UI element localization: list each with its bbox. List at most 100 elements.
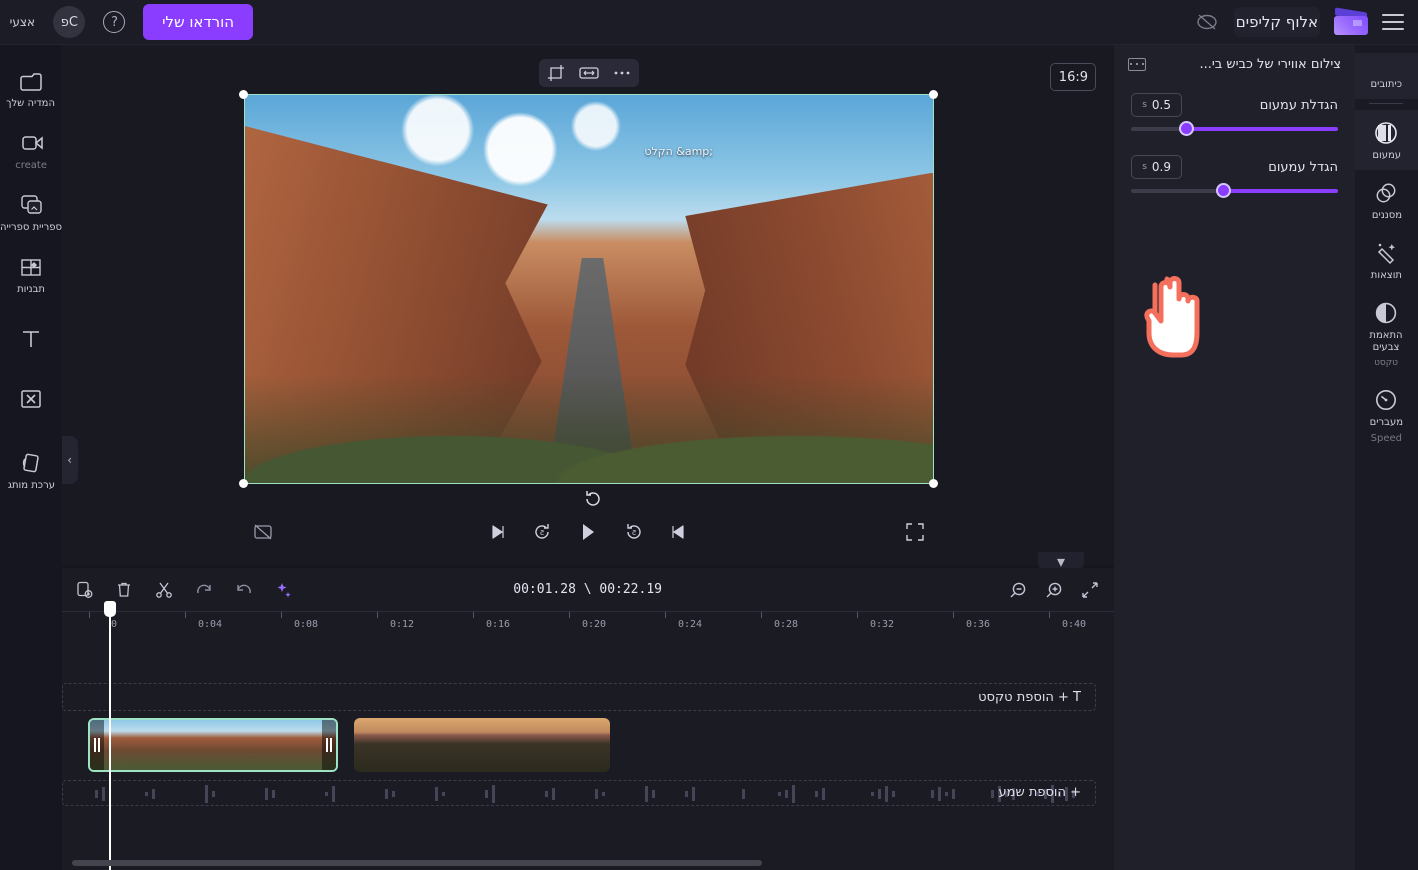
timeline-clip-1[interactable] bbox=[354, 718, 610, 772]
rail-divider bbox=[1369, 103, 1404, 104]
avatar[interactable]: פC bbox=[53, 6, 86, 38]
add-audio-button[interactable]: הוספת שמע + bbox=[62, 780, 1096, 806]
sidebar-item-templates[interactable]: תבניות bbox=[0, 243, 62, 305]
trash-icon[interactable] bbox=[114, 580, 134, 600]
sidebar-item-brand-label: ערכת מותג bbox=[7, 480, 55, 491]
video-text-overlay[interactable]: הקלט &amp; bbox=[644, 145, 713, 158]
playhead[interactable] bbox=[104, 601, 116, 870]
sidebar-item-library[interactable]: ספריית ספרייה bbox=[0, 181, 62, 243]
video-camera-icon bbox=[18, 131, 44, 155]
sidebar-item-filters[interactable]: מסננים bbox=[1355, 170, 1418, 230]
fade-out-slider[interactable] bbox=[1114, 179, 1355, 198]
ruler-tick-label: 0:16 bbox=[485, 619, 511, 630]
sidebar-item-brand[interactable]: ערכת מותג bbox=[0, 421, 62, 501]
add-text-button[interactable]: הוספת טקסט + T bbox=[62, 683, 1096, 711]
resize-handle-tl[interactable] bbox=[929, 90, 938, 99]
timeline-scrollbar-thumb[interactable] bbox=[72, 860, 762, 866]
sidebar-item-speed[interactable]: מעברים Speed bbox=[1355, 377, 1418, 453]
fade-out-slider-track[interactable] bbox=[1131, 183, 1338, 198]
timeline-toolbar: 00:01.28 \ 00:22.19 bbox=[62, 568, 1114, 611]
crop-icon[interactable] bbox=[545, 63, 567, 83]
ruler-tick bbox=[761, 612, 762, 618]
undo-icon[interactable] bbox=[194, 580, 214, 600]
duplicate-icon[interactable] bbox=[74, 580, 94, 600]
rotate-handle-icon[interactable] bbox=[584, 490, 602, 508]
ruler-tick-label: 0:36 bbox=[965, 619, 991, 630]
ruler-tick bbox=[857, 612, 858, 618]
fade-out-slider-knob[interactable] bbox=[1216, 183, 1232, 198]
rewind-5s-icon[interactable]: 5 bbox=[531, 521, 553, 543]
more-horizontal-icon[interactable] bbox=[611, 63, 633, 83]
project-name-field[interactable]: אלוף קליפים bbox=[1234, 7, 1320, 37]
panel-collapse-right-button[interactable]: ‹ bbox=[62, 436, 78, 484]
clip-2-trim-right[interactable] bbox=[90, 720, 104, 770]
video-preview[interactable]: הקלט &amp; bbox=[244, 94, 934, 484]
sidebar-item-effects[interactable]: תוצאות bbox=[1355, 230, 1418, 290]
fade-in-slider-track[interactable] bbox=[1131, 121, 1338, 136]
forward-5s-icon[interactable]: 5 bbox=[623, 521, 645, 543]
fade-out-unit: s bbox=[1142, 162, 1147, 172]
sidebar-item-media-label: המדיה שלך bbox=[6, 98, 56, 109]
ruler-tick bbox=[185, 612, 186, 618]
resize-horizontal-icon[interactable] bbox=[578, 63, 600, 83]
fade-in-value: 0.5 bbox=[1151, 98, 1171, 112]
ruler-tick bbox=[89, 612, 90, 618]
skip-to-end-icon[interactable] bbox=[667, 521, 689, 543]
cloud-sync-off-icon[interactable] bbox=[1194, 9, 1220, 35]
ruler-tick bbox=[953, 612, 954, 618]
sidebar-item-text[interactable] bbox=[0, 305, 62, 361]
help-icon[interactable]: ? bbox=[103, 11, 126, 33]
effects-icon bbox=[1374, 240, 1400, 266]
resize-handle-bl[interactable] bbox=[929, 479, 938, 488]
timeline-right-tools bbox=[74, 580, 294, 600]
ruler-tick-label: 0:32 bbox=[869, 619, 895, 630]
sidebar-item-fade[interactable]: עמעום bbox=[1355, 110, 1418, 170]
play-icon[interactable] bbox=[575, 519, 601, 545]
sidebar-item-captions[interactable]: כיתובים bbox=[1355, 53, 1418, 99]
timeline-ruler[interactable]: 0 0:04 0:08 0:12 0:16 0:20 0:24 0:28 0:32 0:36 0:4… bbox=[62, 611, 1114, 633]
fade-in-slider-knob[interactable] bbox=[1178, 121, 1194, 136]
stock-library-icon bbox=[18, 193, 44, 217]
video-frame-image bbox=[245, 95, 933, 483]
fade-in-value-input[interactable]: 0.5 s bbox=[1131, 93, 1182, 117]
mute-crossed-icon[interactable] bbox=[252, 521, 274, 543]
fade-in-slider[interactable] bbox=[1114, 117, 1355, 136]
timeline-horizontal-scrollbar[interactable] bbox=[62, 860, 1114, 866]
properties-panel-header: צילום אווירי של כביש בי... bbox=[1114, 45, 1355, 83]
redo-icon[interactable] bbox=[234, 580, 254, 600]
color-adjust-icon bbox=[1374, 300, 1400, 326]
ruler-tick-label: 0:24 bbox=[677, 619, 703, 630]
sidebar-item-effects-label: תוצאות bbox=[1370, 270, 1403, 281]
ruler-tick-label: 0:08 bbox=[293, 619, 319, 630]
menu-hamburger-icon[interactable] bbox=[1382, 14, 1404, 30]
sidebar-item-library-label: ספריית ספרייה bbox=[0, 222, 62, 233]
sidebar-item-color-adjust[interactable]: התאמת צבעים טקסט bbox=[1355, 290, 1418, 377]
skip-to-start-icon[interactable] bbox=[487, 521, 509, 543]
sidebar-item-filters-label: מסננים bbox=[1371, 210, 1402, 221]
resize-handle-br[interactable] bbox=[239, 479, 248, 488]
project-name-label: אלוף קליפים bbox=[1235, 13, 1319, 31]
filmstrip-icon[interactable] bbox=[1128, 57, 1146, 71]
playhead-handle[interactable] bbox=[104, 601, 116, 617]
clip-2-trim-left[interactable] bbox=[322, 720, 336, 770]
timeline-clip-2[interactable] bbox=[88, 718, 338, 772]
ruler-tick-label: 0:40 bbox=[1061, 619, 1087, 630]
resize-handle-tr[interactable] bbox=[239, 90, 248, 99]
ruler-tick-label: 0:04 bbox=[197, 619, 223, 630]
fade-out-value-input[interactable]: 0.9 s bbox=[1131, 155, 1182, 179]
clip-2-thumbnails bbox=[90, 720, 336, 770]
pointing-hand-cursor-icon bbox=[1129, 271, 1207, 359]
sidebar-item-media[interactable]: המדיה שלך bbox=[0, 57, 62, 119]
sidebar-item-color-adjust-label: התאמת צבעים bbox=[1369, 330, 1404, 353]
sidebar-item-transition[interactable] bbox=[0, 361, 62, 421]
sidebar-item-captions-label: כיתובים bbox=[1370, 79, 1403, 90]
scissors-split-icon[interactable] bbox=[154, 580, 174, 600]
export-button[interactable]: הורדאו שלי bbox=[143, 4, 254, 40]
sidebar-item-create[interactable]: create bbox=[0, 119, 62, 181]
transport-controls: 5 5 bbox=[62, 519, 1114, 545]
aspect-ratio-badge[interactable]: 16:9 bbox=[1050, 63, 1096, 91]
folder-media-icon bbox=[18, 69, 44, 93]
export-button-label: הורדאו שלי bbox=[162, 13, 235, 31]
clapperboard-logo-icon[interactable] bbox=[1334, 7, 1368, 35]
ai-sparkle-icon[interactable] bbox=[274, 580, 294, 600]
